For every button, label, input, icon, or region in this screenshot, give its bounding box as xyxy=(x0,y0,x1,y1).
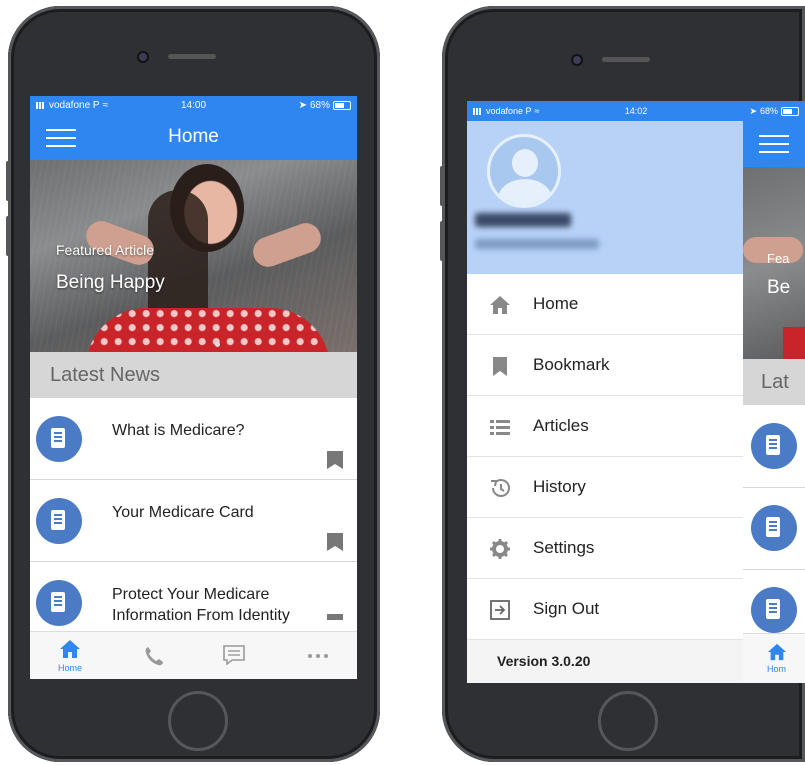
featured-article-banner[interactable]: Featured Article Being Happy xyxy=(30,160,357,352)
menu-label: Home xyxy=(533,294,579,313)
bookmark-icon[interactable] xyxy=(327,451,343,469)
bookmark-icon[interactable] xyxy=(327,533,343,551)
more-icon xyxy=(308,654,328,658)
home-button[interactable] xyxy=(168,691,228,751)
phone-icon xyxy=(145,647,163,666)
list-icon xyxy=(490,420,510,435)
shirt xyxy=(86,308,330,352)
tab-bar: Home xyxy=(30,631,357,679)
tab-phone[interactable] xyxy=(124,632,184,679)
menu-item-sign-out[interactable]: Sign Out xyxy=(467,579,743,640)
featured-title: Being Happy xyxy=(56,272,165,293)
volume-button xyxy=(6,216,10,256)
history-icon xyxy=(491,479,510,497)
battery-icon xyxy=(781,106,800,116)
chat-icon xyxy=(223,645,245,666)
underlying-home-screen: Fea Be Lat Hom xyxy=(743,121,805,683)
section-title: Latest News xyxy=(30,352,357,398)
menu-label: History xyxy=(533,477,586,496)
screen-left: vodafone P ≈ 14:00 ➤ 68% Home Featured Art… xyxy=(30,96,357,679)
home-icon xyxy=(490,296,510,314)
article-icon xyxy=(36,498,82,544)
tab-more[interactable] xyxy=(288,632,348,679)
tab-home[interactable]: Hom xyxy=(743,633,805,683)
nav-bar: Home xyxy=(30,114,357,160)
menu-item-bookmark[interactable]: Bookmark xyxy=(467,335,743,396)
clock: 14:00 xyxy=(180,99,207,111)
nav-bar xyxy=(743,121,805,167)
menu-item-settings[interactable]: Settings xyxy=(467,518,743,579)
tab-chat[interactable] xyxy=(204,632,264,679)
wifi-icon: ≈ xyxy=(102,99,109,111)
news-title: Your Medicare Card xyxy=(112,504,254,521)
news-title: Protect Your Medicare Information From I… xyxy=(112,586,290,624)
tab-home[interactable]: Home xyxy=(40,632,100,679)
featured-title: Be xyxy=(767,277,791,298)
tab-label: Home xyxy=(57,663,82,673)
home-button[interactable] xyxy=(598,691,658,751)
status-bar: vodafone P ≈ 14:00 ➤ 68% xyxy=(30,96,357,114)
battery-label: 68% xyxy=(309,99,330,111)
article-icon xyxy=(36,416,82,462)
menu-label: Settings xyxy=(533,538,595,557)
camera xyxy=(573,56,581,64)
screen-right: vodafone P ≈ 14:02 ➤ 68% Fea Be Lat Hom … xyxy=(467,101,805,683)
article-icon xyxy=(36,580,82,626)
battery-label: 68% xyxy=(760,106,779,116)
volume-button xyxy=(440,166,444,206)
news-item[interactable] xyxy=(743,569,805,639)
carrier-label: vodafone P xyxy=(49,99,100,111)
news-item[interactable]: Your Medicare Card xyxy=(30,480,357,562)
profile-header xyxy=(467,121,743,274)
camera xyxy=(139,53,147,61)
featured-kicker: Fea xyxy=(767,251,790,266)
app-version: Version 3.0.20 xyxy=(497,653,591,669)
avatar[interactable] xyxy=(487,134,561,208)
featured-article-banner[interactable]: Fea Be xyxy=(743,167,805,367)
menu-icon[interactable] xyxy=(759,135,789,153)
article-icon xyxy=(751,423,797,469)
news-item[interactable]: What is Medicare? xyxy=(30,398,357,480)
volume-button xyxy=(440,221,444,261)
page-title: Home xyxy=(168,126,219,147)
wifi-icon: ≈ xyxy=(534,106,540,116)
side-drawer: Home Bookmark Articles History Settings … xyxy=(467,121,743,683)
signal-icon xyxy=(36,101,46,109)
article-icon xyxy=(751,505,797,551)
menu-label: Sign Out xyxy=(533,599,600,618)
menu-label: Articles xyxy=(533,416,589,435)
sign-out-icon xyxy=(490,600,510,620)
phone-frame-right: vodafone P ≈ 14:02 ➤ 68% Fea Be Lat Hom … xyxy=(440,6,805,762)
location-icon: ➤ xyxy=(749,105,757,116)
clock: 14:02 xyxy=(624,106,648,116)
news-item[interactable] xyxy=(743,405,805,488)
phone-frame-left: vodafone P ≈ 14:00 ➤ 68% Home Featured Art… xyxy=(6,6,380,762)
news-title: What is Medicare? xyxy=(112,422,245,439)
speaker xyxy=(168,54,216,59)
bookmark-icon xyxy=(493,357,507,376)
article-icon xyxy=(751,587,797,633)
user-name-blurred xyxy=(475,213,571,227)
user-email-blurred xyxy=(475,239,599,249)
featured-kicker: Featured Article xyxy=(56,242,155,258)
menu-label: Bookmark xyxy=(533,355,610,374)
battery-icon xyxy=(333,100,351,110)
tab-label: Hom xyxy=(767,664,787,674)
bookmark-icon[interactable] xyxy=(327,614,343,620)
section-title: Lat xyxy=(743,359,805,405)
home-icon xyxy=(767,643,787,661)
volume-button xyxy=(6,161,10,201)
menu-item-history[interactable]: History xyxy=(467,457,743,518)
carousel-dot[interactable] xyxy=(215,342,220,347)
location-icon: ➤ xyxy=(298,99,307,111)
status-bar: vodafone P ≈ 14:02 ➤ 68% xyxy=(467,101,805,121)
menu-item-articles[interactable]: Articles xyxy=(467,396,743,457)
signal-icon xyxy=(473,107,483,115)
menu-item-home[interactable]: Home xyxy=(467,274,743,335)
speaker xyxy=(602,57,650,62)
gear-icon xyxy=(490,539,510,559)
news-item[interactable] xyxy=(743,487,805,570)
home-icon xyxy=(60,640,80,658)
carrier-label: vodafone P xyxy=(486,106,532,116)
